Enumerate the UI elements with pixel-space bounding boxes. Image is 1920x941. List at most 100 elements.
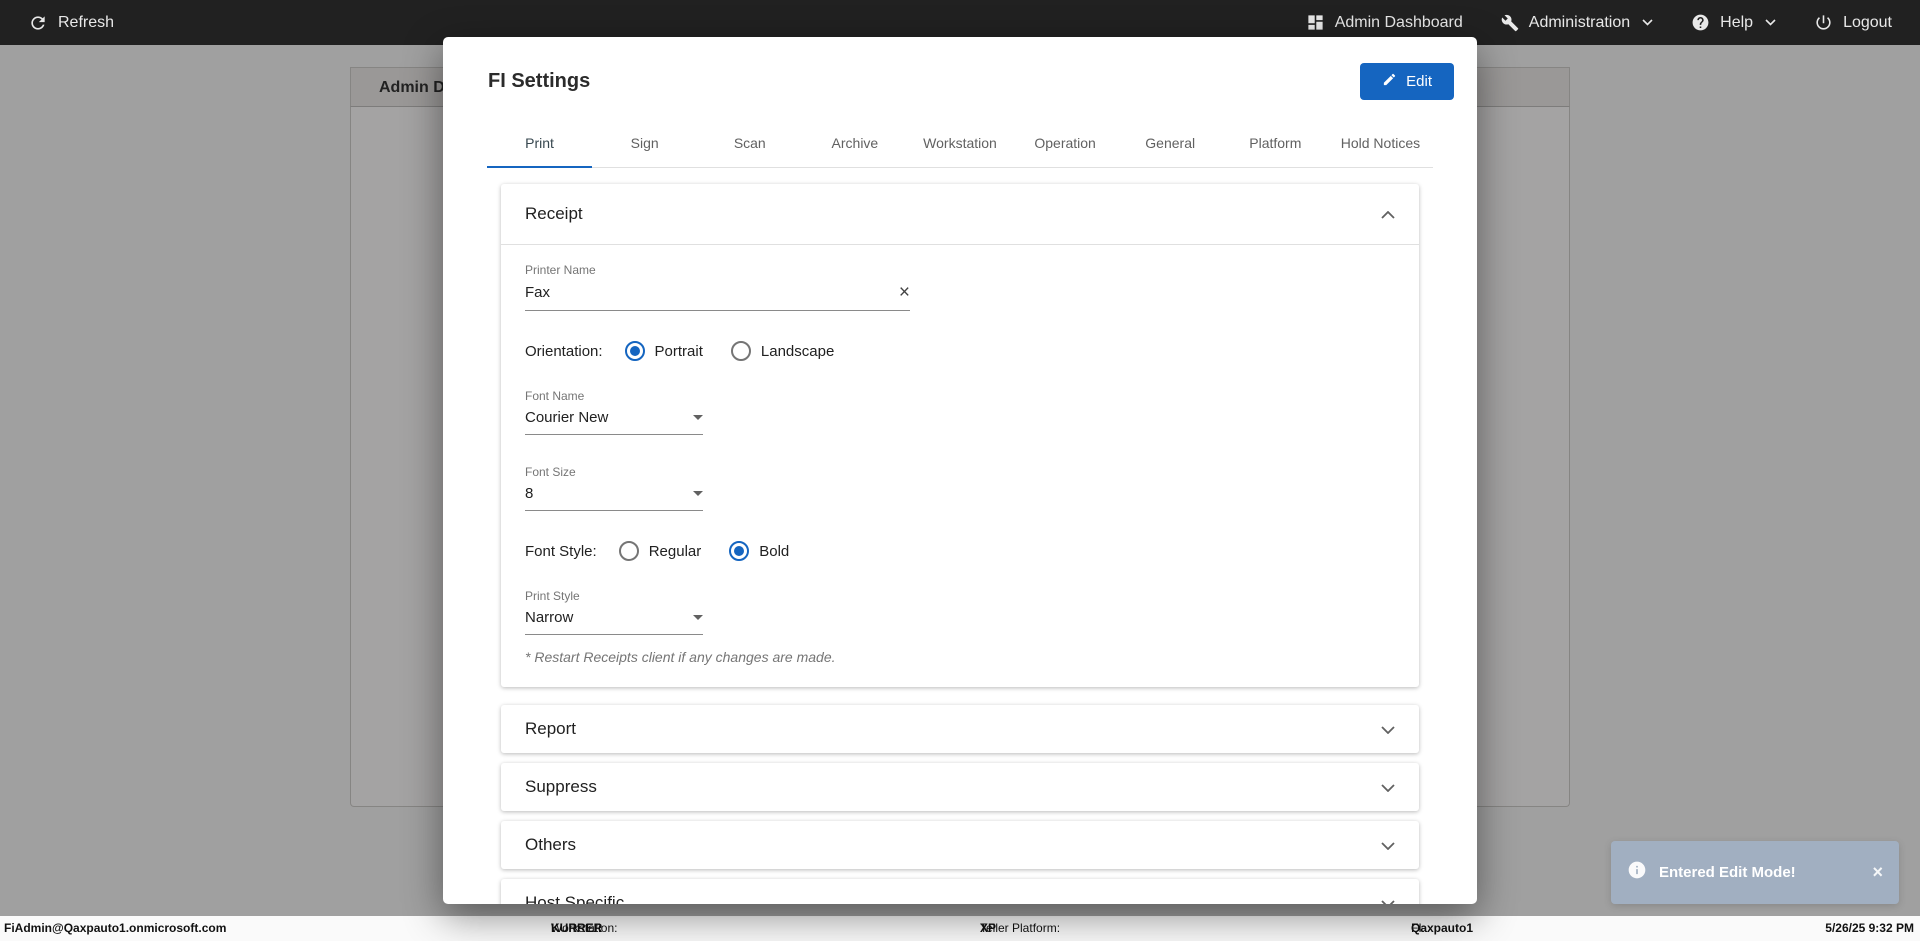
print-style-select[interactable]: Narrow: [525, 609, 703, 635]
edit-button[interactable]: Edit: [1360, 63, 1454, 100]
font-name-label: Font Name: [525, 389, 585, 403]
font-style-regular-label: Regular: [648, 542, 702, 560]
tab-archive[interactable]: Archive: [802, 120, 907, 167]
administration-menu[interactable]: Administration: [1501, 14, 1653, 32]
font-style-regular-option[interactable]: Regular: [618, 541, 702, 561]
workstation-value: KURRER: [551, 921, 603, 935]
info-icon: [1627, 860, 1647, 885]
font-size-label: Font Size: [525, 465, 576, 479]
report-section-header[interactable]: Report: [501, 705, 1419, 753]
logout-button[interactable]: Logout: [1814, 13, 1892, 32]
orientation-portrait-label: Portrait: [654, 342, 703, 360]
refresh-icon: [28, 13, 48, 33]
administration-label: Administration: [1528, 13, 1631, 31]
suppress-section: Suppress: [501, 763, 1419, 811]
fi-value: Qaxpauto1: [1411, 921, 1474, 935]
orientation-landscape-label: Landscape: [760, 342, 835, 360]
dropdown-caret-icon: [693, 415, 703, 420]
orientation-landscape-option[interactable]: Landscape: [730, 341, 835, 361]
receipt-section: Receipt Printer Name Fax × Orientation:: [501, 184, 1419, 687]
help-label: Help: [1720, 13, 1754, 31]
tab-operation[interactable]: Operation: [1013, 120, 1118, 167]
font-name-select[interactable]: Courier New: [525, 409, 703, 435]
font-size-value: 8: [525, 485, 534, 502]
pencil-icon: [1382, 72, 1397, 91]
teller-platform-value: XP: [980, 921, 997, 935]
font-size-select[interactable]: 8: [525, 485, 703, 511]
font-size-group: Font Size 8: [525, 465, 1395, 511]
tab-sign[interactable]: Sign: [592, 120, 697, 167]
dashboard-grid-icon: [1306, 13, 1325, 32]
help-menu[interactable]: Help: [1691, 13, 1776, 32]
logout-label: Logout: [1843, 13, 1892, 31]
refresh-label: Refresh: [58, 13, 115, 31]
printer-name-label: Printer Name: [525, 263, 596, 277]
refresh-button[interactable]: Refresh: [28, 13, 114, 33]
fi-settings-dialog: FI Settings Edit Print Sign Scan Archive…: [443, 37, 1477, 904]
report-section: Report: [501, 705, 1419, 753]
chevron-up-icon: [1381, 204, 1395, 224]
dialog-header: FI Settings Edit: [443, 37, 1477, 120]
orientation-label: Orientation:: [525, 342, 603, 360]
dialog-title: FI Settings: [488, 70, 591, 92]
tab-general[interactable]: General: [1118, 120, 1223, 167]
font-style-bold-label: Bold: [759, 542, 790, 560]
host-specific-section-title: Host Specific: [525, 893, 625, 904]
orientation-portrait-option[interactable]: Portrait: [624, 341, 703, 361]
tab-platform[interactable]: Platform: [1223, 120, 1328, 167]
radio-selected-icon[interactable]: [729, 541, 750, 561]
chevron-down-icon: [1381, 719, 1395, 739]
toast-message: Entered Edit Mode!: [1659, 864, 1796, 881]
others-section: Others: [501, 821, 1419, 869]
tab-workstation[interactable]: Workstation: [907, 120, 1012, 167]
chevron-down-icon: [1381, 835, 1395, 855]
receipt-section-title: Receipt: [525, 204, 583, 223]
admin-dashboard-label: Admin Dashboard: [1334, 13, 1463, 31]
toast-close-icon[interactable]: ×: [1872, 862, 1883, 883]
clear-icon[interactable]: ×: [899, 283, 910, 302]
edit-button-label: Edit: [1406, 73, 1432, 90]
printer-name-group: Printer Name Fax ×: [525, 263, 1395, 311]
receipt-section-header[interactable]: Receipt: [501, 184, 1419, 245]
topbar-left: Refresh: [28, 13, 114, 33]
tab-hold-notices[interactable]: Hold Notices: [1328, 120, 1433, 167]
printer-name-value: Fax: [525, 284, 551, 301]
others-section-header[interactable]: Others: [501, 821, 1419, 869]
wrench-icon: [1501, 14, 1519, 32]
receipt-form: Printer Name Fax × Orientation: Portrait…: [501, 245, 1419, 687]
print-style-label: Print Style: [525, 589, 580, 603]
font-name-value: Courier New: [525, 409, 609, 426]
font-style-bold-option[interactable]: Bold: [729, 541, 789, 561]
settings-tab-content: Receipt Printer Name Fax × Orientation:: [443, 168, 1477, 904]
chevron-down-icon: [1765, 19, 1776, 26]
radio-selected-icon[interactable]: [624, 341, 645, 361]
radio-unselected-icon[interactable]: [730, 341, 751, 361]
others-section-title: Others: [525, 835, 577, 854]
suppress-section-title: Suppress: [525, 777, 597, 796]
host-specific-section-header[interactable]: Host Specific: [501, 879, 1419, 904]
printer-name-field[interactable]: Fax ×: [525, 283, 910, 311]
orientation-group: Orientation: Portrait Landscape: [525, 341, 1395, 361]
settings-tab-bar: Print Sign Scan Archive Workstation Oper…: [487, 120, 1433, 168]
tab-scan[interactable]: Scan: [697, 120, 802, 167]
edit-mode-toast: Entered Edit Mode! ×: [1611, 841, 1899, 904]
admin-dashboard-button[interactable]: Admin Dashboard: [1306, 13, 1463, 32]
font-name-group: Font Name Courier New: [525, 389, 1395, 435]
print-style-value: Narrow: [525, 609, 574, 626]
radio-unselected-icon[interactable]: [618, 541, 639, 561]
chevron-down-icon: [1381, 893, 1395, 904]
help-icon: [1691, 13, 1710, 32]
statusbar: FiAdmin@Qaxpauto1.onmicrosoft.com Workst…: [0, 916, 1920, 941]
dropdown-caret-icon: [693, 615, 703, 620]
print-style-group: Print Style Narrow: [525, 589, 1395, 635]
report-section-title: Report: [525, 719, 577, 738]
font-style-label: Font Style:: [525, 542, 597, 560]
suppress-section-header[interactable]: Suppress: [501, 763, 1419, 811]
tab-print[interactable]: Print: [487, 120, 593, 168]
chevron-down-icon: [1381, 777, 1395, 797]
font-style-group: Font Style: Regular Bold: [525, 541, 1395, 561]
topbar-right: Admin Dashboard Administration Help Logo…: [1306, 13, 1892, 32]
host-specific-section: Host Specific: [501, 879, 1419, 904]
receipt-restart-note: * Restart Receipts client if any changes…: [525, 649, 836, 665]
statusbar-datetime: 5/26/25 9:32 PM: [1825, 921, 1914, 935]
